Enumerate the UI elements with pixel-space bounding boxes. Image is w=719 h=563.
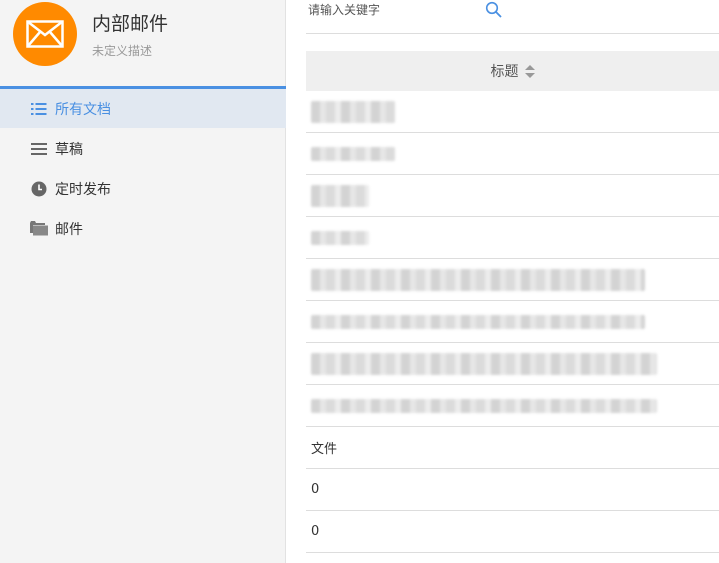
list-icon bbox=[30, 100, 48, 118]
table-row[interactable] bbox=[306, 133, 719, 175]
document-table: 标题 文件 0 0 bbox=[306, 51, 719, 553]
search-icon[interactable] bbox=[485, 1, 503, 19]
main-content: 标题 bbox=[287, 0, 719, 563]
search-bar bbox=[306, 0, 719, 34]
app-description: 未定义描述 bbox=[92, 44, 153, 58]
table-row[interactable]: 0 bbox=[306, 511, 719, 553]
row-title: 0 bbox=[311, 482, 320, 497]
sidebar-item-label: 邮件 bbox=[55, 221, 83, 238]
table-row[interactable] bbox=[306, 385, 719, 427]
sidebar-item-drafts[interactable]: 草稿 bbox=[0, 129, 286, 168]
folder-icon bbox=[30, 220, 48, 238]
app-title: 内部邮件 bbox=[92, 13, 169, 35]
table-row[interactable] bbox=[306, 343, 719, 385]
row-title: 文件 bbox=[311, 442, 338, 457]
sidebar: 内部邮件 未定义描述 所有文档 草稿 定时发布 邮件 bbox=[0, 0, 286, 563]
sidebar-nav: 所有文档 草稿 定时发布 邮件 bbox=[0, 89, 286, 249]
app-header: 内部邮件 未定义描述 bbox=[0, 0, 286, 86]
column-header-label: 标题 bbox=[490, 64, 519, 80]
table-row[interactable]: 0 bbox=[306, 469, 719, 511]
sort-icon[interactable] bbox=[524, 64, 535, 78]
redacted-title bbox=[311, 184, 369, 207]
table-row[interactable] bbox=[306, 217, 719, 259]
redacted-title bbox=[311, 100, 395, 123]
sidebar-item-all-documents[interactable]: 所有文档 bbox=[0, 89, 286, 128]
redacted-title bbox=[311, 352, 657, 375]
sidebar-item-mail[interactable]: 邮件 bbox=[0, 209, 286, 248]
redacted-title bbox=[311, 398, 657, 413]
table-row[interactable]: 文件 bbox=[306, 427, 719, 469]
clock-icon bbox=[30, 180, 48, 198]
app-window: 内部邮件 未定义描述 所有文档 草稿 定时发布 邮件 请输入关键字 标题 文件 … bbox=[0, 0, 719, 563]
search-input[interactable] bbox=[308, 0, 484, 20]
redacted-title bbox=[311, 268, 645, 291]
table-row[interactable] bbox=[306, 301, 719, 343]
sidebar-item-label: 草稿 bbox=[55, 141, 83, 158]
sidebar-item-label: 所有文档 bbox=[55, 101, 111, 118]
table-row[interactable] bbox=[306, 259, 719, 301]
sidebar-item-scheduled[interactable]: 定时发布 bbox=[0, 169, 286, 208]
redacted-title bbox=[311, 146, 395, 161]
app-logo bbox=[13, 2, 77, 66]
sidebar-item-label: 定时发布 bbox=[55, 181, 111, 198]
table-row[interactable] bbox=[306, 91, 719, 133]
table-row[interactable] bbox=[306, 175, 719, 217]
row-title: 0 bbox=[311, 524, 320, 539]
mail-icon bbox=[26, 20, 64, 48]
column-header-title[interactable]: 标题 bbox=[306, 51, 719, 91]
redacted-title bbox=[311, 230, 369, 245]
menu-icon bbox=[30, 140, 48, 158]
redacted-title bbox=[311, 314, 645, 329]
